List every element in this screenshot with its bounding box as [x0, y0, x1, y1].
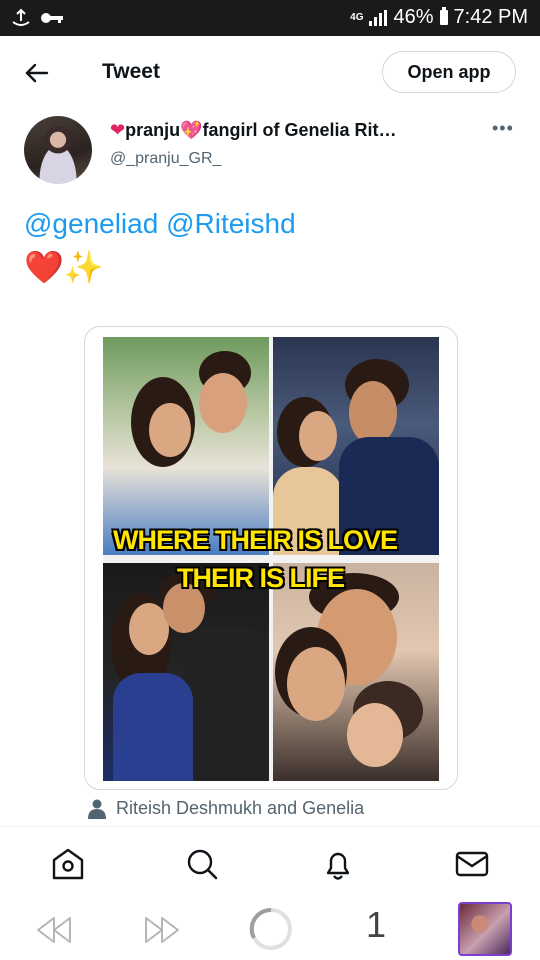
key-icon [41, 13, 63, 23]
author-name[interactable]: ❤pranju💖fangirl of Genelia Rit… [110, 120, 397, 141]
photo-couple-pregnancy [103, 563, 269, 781]
tweet-emojis: ❤️✨ [24, 249, 104, 285]
sparkling-heart-emoji: 💖 [180, 120, 203, 140]
search-icon[interactable] [184, 846, 220, 882]
signal-icon [369, 9, 388, 26]
avatar[interactable] [24, 116, 92, 184]
tab-count[interactable]: 1 [366, 904, 386, 946]
page-title: Tweet [102, 60, 160, 83]
clock: 7:42 PM [453, 6, 528, 28]
author-handle[interactable]: @_pranju_GR_ [110, 150, 221, 168]
back-icon[interactable] [34, 914, 74, 946]
mention-link[interactable]: @geneliad [24, 208, 158, 239]
loading-icon[interactable] [248, 906, 294, 952]
photo-collage: WHERE THEIR IS LOVE THEIR IS LIFE [103, 337, 439, 781]
heart-emoji: ❤ [110, 120, 126, 140]
person-icon [88, 799, 106, 819]
battery-icon [439, 7, 448, 25]
meme-caption-line1: WHERE THEIR IS LOVE [113, 525, 398, 555]
mention-link[interactable]: @Riteishd [166, 208, 296, 239]
profile-thumbnail[interactable] [458, 902, 512, 956]
open-app-button[interactable]: Open app [382, 51, 516, 93]
messages-icon[interactable] [454, 846, 490, 882]
home-icon[interactable] [50, 846, 86, 882]
photo-couple-hug [103, 337, 269, 555]
usb-icon [12, 8, 30, 26]
more-icon[interactable]: ••• [492, 118, 514, 139]
notifications-icon[interactable] [320, 846, 356, 882]
photo-couple-dance [273, 337, 439, 555]
meme-caption-line2: THEIR IS LIFE [177, 563, 345, 593]
battery-percent: 46% [393, 6, 434, 28]
tweet-text: @geneliad @Riteishd [24, 208, 296, 240]
back-arrow-icon[interactable] [22, 58, 52, 88]
top-bar: Tweet Open app [0, 36, 540, 110]
tweet-media[interactable]: WHERE THEIR IS LOVE THEIR IS LIFE [84, 326, 458, 790]
status-bar: 4G 46% 7:42 PM [0, 0, 540, 36]
tagged-people[interactable]: Riteish Deshmukh and Genelia [88, 798, 364, 819]
photo-family-selfie [273, 563, 439, 781]
network-type: 4G [350, 11, 364, 23]
tagged-names: Riteish Deshmukh and Genelia [116, 798, 365, 818]
divider [0, 826, 540, 827]
forward-icon[interactable] [142, 914, 182, 946]
